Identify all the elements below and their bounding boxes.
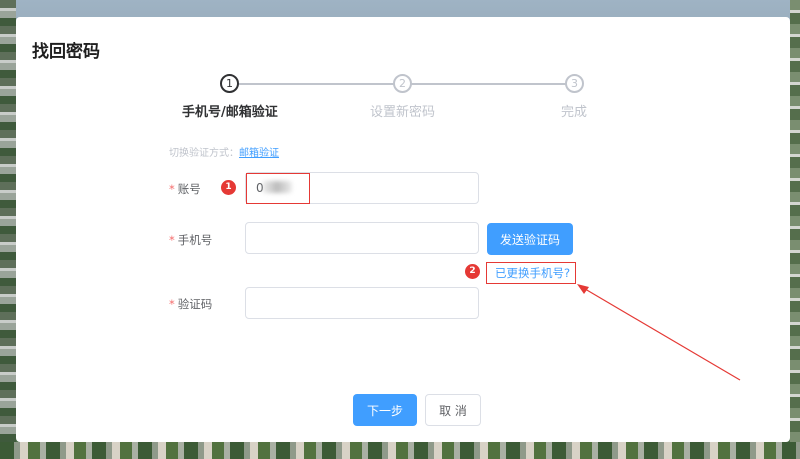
reset-password-card: 找回密码 1 2 3 手机号/邮箱验证 设置新密码 完成 切换验证方式：邮箱验证… — [16, 17, 790, 442]
code-label: * 验证码 — [169, 296, 212, 312]
phone-label-text: 手机号 — [177, 233, 213, 247]
code-label-text: 验证码 — [177, 297, 213, 311]
required-mark: * — [169, 297, 175, 311]
required-mark: * — [169, 182, 175, 196]
annotation-box-account — [246, 173, 310, 204]
step-connector-2 — [411, 83, 566, 85]
phone-input[interactable] — [245, 222, 479, 254]
step-3-label: 完成 — [561, 105, 588, 120]
account-label: * 账号 — [169, 181, 201, 197]
progress-steps: 1 2 3 手机号/邮箱验证 设置新密码 完成 — [16, 73, 790, 123]
step-1-circle: 1 — [220, 74, 239, 93]
account-label-text: 账号 — [177, 182, 201, 196]
background-scenery-right — [790, 0, 800, 459]
background-scenery-bottom — [0, 442, 800, 459]
switch-prefix: 切换验证方式： — [169, 148, 239, 159]
step-2-circle: 2 — [393, 74, 412, 93]
step-connector-1 — [238, 83, 401, 85]
send-code-button[interactable]: 发送验证码 — [487, 223, 573, 255]
annotation-box-changed-phone — [486, 262, 576, 284]
step-3-circle: 3 — [565, 74, 584, 93]
switch-verification-method: 切换验证方式：邮箱验证 — [169, 144, 279, 159]
required-mark: * — [169, 233, 175, 247]
cancel-button[interactable]: 取 消 — [425, 394, 481, 426]
phone-label: * 手机号 — [169, 232, 212, 248]
annotation-badge-1: 1 — [221, 180, 236, 195]
page-title: 找回密码 — [32, 42, 100, 62]
next-step-button[interactable]: 下一步 — [353, 394, 417, 426]
step-2-label: 设置新密码 — [370, 105, 436, 120]
step-1-label: 手机号/邮箱验证 — [182, 105, 278, 120]
email-verification-link[interactable]: 邮箱验证 — [239, 148, 279, 159]
annotation-badge-2: 2 — [465, 264, 480, 279]
background-scenery-left — [0, 0, 16, 459]
verification-code-input[interactable] — [245, 287, 479, 319]
